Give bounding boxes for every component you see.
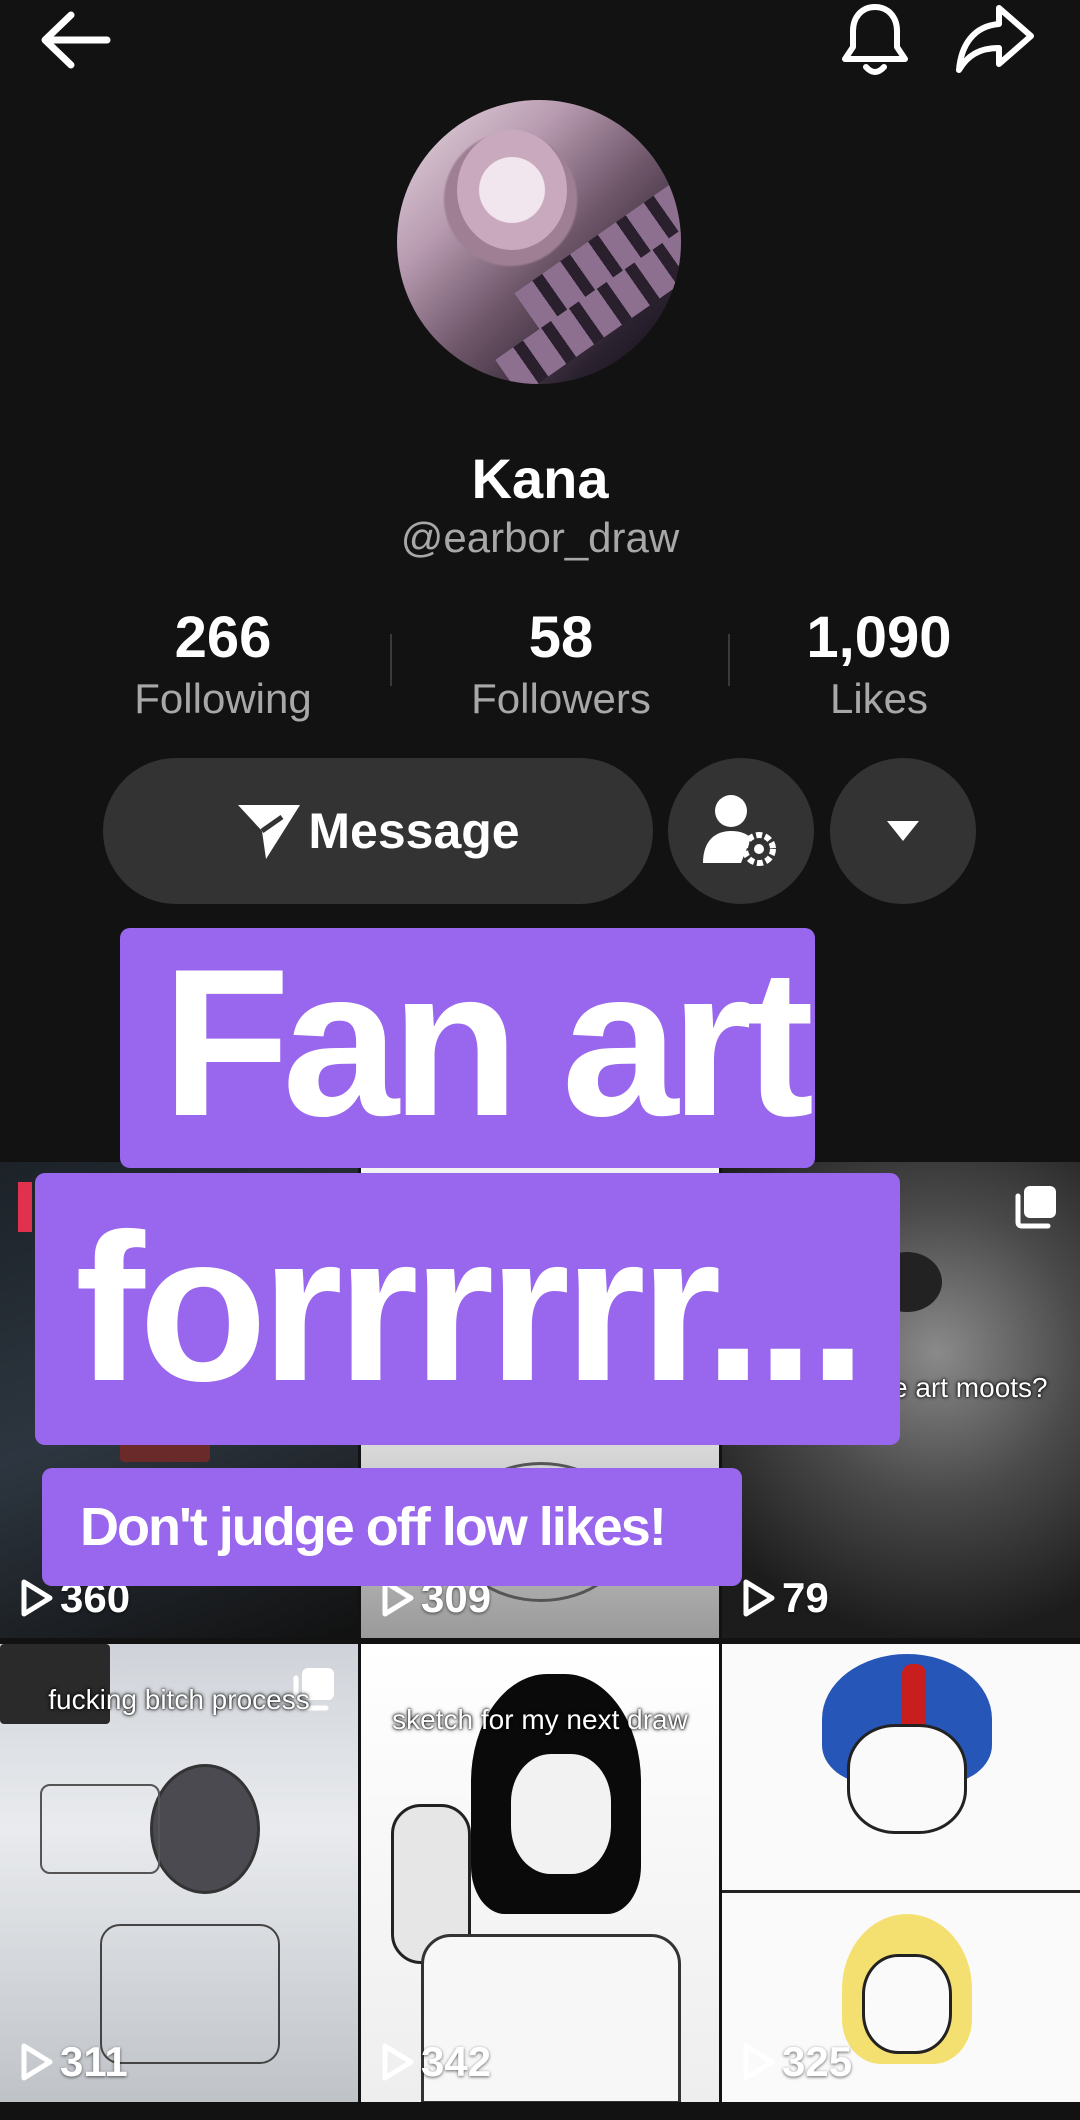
profile-handle: @earbor_draw <box>400 514 680 561</box>
play-icon <box>382 2043 414 2081</box>
play-icon <box>743 2043 775 2081</box>
multi-image-icon <box>1014 1184 1060 1235</box>
overlay-subtitle: Don't judge off low likes! <box>42 1468 742 1586</box>
friend-settings-button[interactable] <box>668 758 814 904</box>
view-count: 325 <box>742 2038 852 2086</box>
avatar[interactable] <box>397 100 681 384</box>
following-count: 266 <box>174 605 272 670</box>
following-label: Following <box>134 675 312 722</box>
video-caption: e art moots? <box>892 1372 1048 1403</box>
person-gear-icon <box>703 795 776 866</box>
followers-count: 58 <box>528 605 594 670</box>
share-icon <box>956 5 1034 73</box>
more-options-button[interactable] <box>830 758 976 904</box>
message-button[interactable]: Message <box>103 758 653 904</box>
send-icon <box>238 805 301 859</box>
video-caption: fucking bitch process <box>48 1684 310 1715</box>
video-tile[interactable]: 325 <box>722 1644 1080 2102</box>
video-caption: sketch for my next draw <box>392 1704 688 1735</box>
arrow-left-icon <box>41 11 111 69</box>
likes-stat[interactable]: 1,090 Likes <box>729 606 1029 728</box>
followers-stat[interactable]: 58 Followers <box>411 606 711 728</box>
message-label: Message <box>308 803 520 859</box>
back-button[interactable] <box>20 0 130 80</box>
likes-count: 1,090 <box>806 605 952 670</box>
video-tile[interactable]: fucking bitch process 311 <box>0 1644 358 2102</box>
notifications-button[interactable] <box>820 0 930 80</box>
view-count: 342 <box>381 2038 491 2086</box>
caret-down-icon <box>887 821 919 841</box>
following-stat[interactable]: 266 Following <box>73 606 373 728</box>
bell-icon <box>842 4 908 75</box>
share-button[interactable] <box>940 0 1050 80</box>
followers-label: Followers <box>471 675 651 722</box>
view-count: 79 <box>742 1574 829 1622</box>
view-count: 311 <box>20 2038 128 2086</box>
overlay-title-line1: Fan art <box>120 928 815 1168</box>
likes-label: Likes <box>829 675 929 722</box>
play-icon <box>21 2043 53 2081</box>
video-tile[interactable]: sketch for my next draw 342 <box>361 1644 719 2102</box>
stat-divider <box>390 634 392 686</box>
profile-name: Kana <box>471 447 609 510</box>
play-icon <box>743 1579 775 1617</box>
overlay-title-line2: forrrrrr... <box>35 1173 900 1445</box>
